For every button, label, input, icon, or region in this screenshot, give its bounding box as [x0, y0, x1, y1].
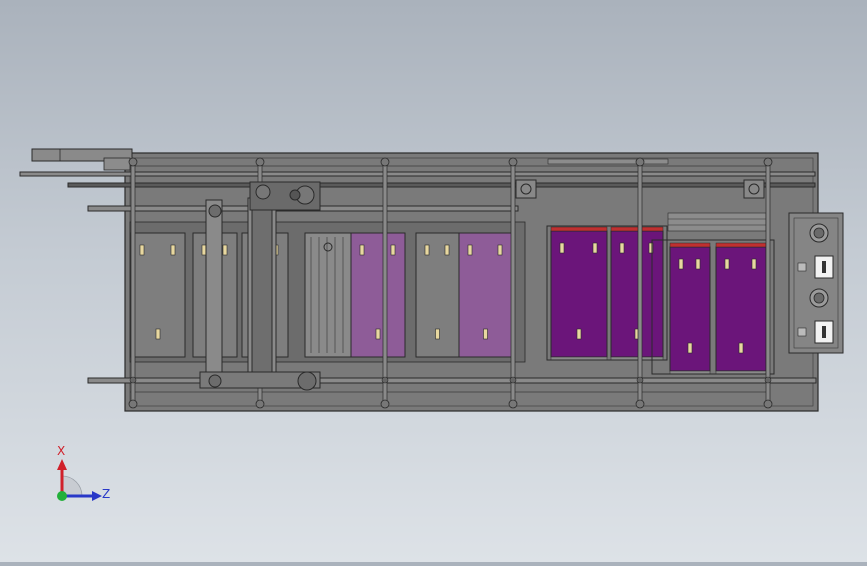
- x-axis-label: X: [57, 444, 65, 458]
- y-axis-dot: [57, 491, 67, 501]
- z-axis-label: Z: [102, 487, 110, 501]
- x-axis-arrow: [57, 459, 67, 470]
- station-9-purple-tank: [610, 226, 664, 361]
- station-5-lavender-tank: [350, 232, 406, 358]
- station-11-purple-tank: [715, 242, 767, 375]
- control-box: [788, 212, 844, 354]
- station-1-gray-panel: [130, 232, 186, 358]
- station-8-purple-tank: [550, 226, 608, 361]
- machine-top-view: X Z: [19, 148, 844, 501]
- station-6-gray-panel: [415, 232, 460, 358]
- station-4-roller-module: [304, 232, 352, 358]
- control-switch-2[interactable]: [814, 320, 834, 344]
- z-axis-arrow: [92, 491, 102, 501]
- control-switch-1[interactable]: [814, 255, 834, 279]
- station-10-purple-tank: [669, 242, 711, 375]
- feed-chute: [31, 148, 133, 171]
- station-7-lavender-tank: [458, 232, 513, 358]
- cad-viewport[interactable]: X Z: [0, 0, 867, 562]
- orientation-triad: X Z: [57, 444, 110, 501]
